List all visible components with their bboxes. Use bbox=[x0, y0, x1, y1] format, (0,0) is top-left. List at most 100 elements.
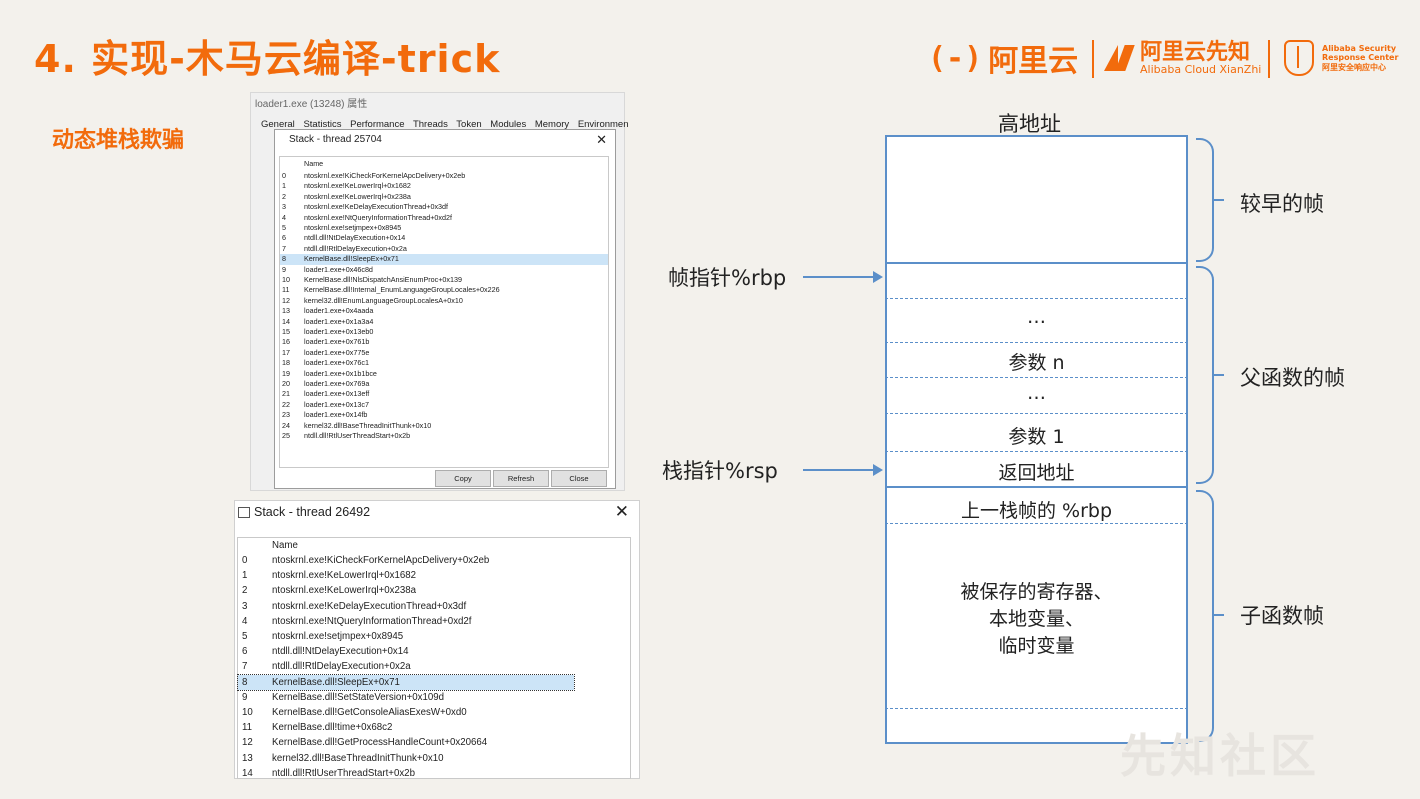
cell-divider bbox=[885, 377, 1188, 378]
stack-frame-row[interactable]: 4 ntoskrnl.exe!NtQueryInformationThread+0… bbox=[238, 614, 630, 629]
frame-index: 7 bbox=[242, 661, 248, 673]
logo-divider bbox=[1092, 40, 1094, 78]
frame-index: 8 bbox=[282, 254, 286, 264]
frame-symbol: ntdll.dll!RtlDelayExecution+0x2a bbox=[304, 243, 407, 253]
stack-frame-row[interactable]: 8 KernelBase.dll!SleepEx+0x71 bbox=[237, 673, 575, 691]
stack-frame-row[interactable]: 14 ntdll.dll!RtlUserThreadStart+0x2b bbox=[238, 766, 630, 781]
frame-symbol: loader1.exe+0x1a3a4 bbox=[304, 316, 374, 326]
stack-frame-row[interactable]: 10 KernelBase.dll!NlsDispatchAnsiEnumProc… bbox=[280, 275, 608, 286]
frame-index: 24 bbox=[282, 420, 290, 430]
stack-frame-row[interactable]: 13 loader1.exe+0x4aada bbox=[280, 306, 608, 317]
stack-frame-row[interactable]: 0 ntoskrnl.exe!KiCheckForKernelApcDeliver… bbox=[280, 171, 608, 182]
stack-frame-row[interactable]: 24 kernel32.dll!BaseThreadInitThunk+0x10 bbox=[280, 421, 608, 432]
copy-button[interactable]: Copy bbox=[435, 470, 491, 487]
frame-symbol: kernel32.dll!EnumLanguageGroupLocalesA+0… bbox=[304, 295, 463, 305]
stack-frame-row[interactable]: 25 ntdll.dll!RtlUserThreadStart+0x2b bbox=[280, 431, 608, 442]
window-title: loader1.exe (13248) 属性 bbox=[255, 99, 368, 110]
stack-frame-row[interactable]: 21 loader1.exe+0x13eff bbox=[280, 389, 608, 400]
stack-frame-row[interactable]: 3 ntoskrnl.exe!KeDelayExecutionThread+0x3… bbox=[238, 599, 630, 614]
close-button[interactable]: Close bbox=[551, 470, 607, 487]
stack-frame-row[interactable]: 22 loader1.exe+0x13c7 bbox=[280, 400, 608, 411]
stack-dialog-1: Stack - thread 25704 ✕ Name 0 ntoskrnl.ex… bbox=[274, 129, 616, 489]
stack-frame-row[interactable]: 6 ntdll.dll!NtDelayExecution+0x14 bbox=[280, 233, 608, 244]
stack-frame-row[interactable]: 12 kernel32.dll!EnumLanguageGroupLocalesA… bbox=[280, 296, 608, 307]
stack-frame-row[interactable]: 7 ntdll.dll!RtlDelayExecution+0x2a bbox=[238, 659, 630, 674]
frame-index: 4 bbox=[242, 615, 248, 627]
stack-frame-row[interactable]: 2 ntoskrnl.exe!KeLowerIrql+0x238a bbox=[280, 192, 608, 203]
stack-frame-row[interactable]: 7 ntdll.dll!RtlDelayExecution+0x2a bbox=[280, 244, 608, 255]
stack-list[interactable]: Name 0 ntoskrnl.exe!KiCheckForKernelApcDe… bbox=[279, 156, 609, 468]
stack-frame-row[interactable]: 8 KernelBase.dll!SleepEx+0x71 bbox=[280, 254, 608, 265]
cell-ellipsis-2: … bbox=[1027, 382, 1046, 404]
stack-frame-row[interactable]: 3 ntoskrnl.exe!KeDelayExecutionThread+0x3… bbox=[280, 202, 608, 213]
stack-frame-row[interactable]: 20 loader1.exe+0x769a bbox=[280, 379, 608, 390]
stack-pointer-arrow-icon bbox=[803, 464, 883, 476]
stack-frame-row[interactable]: 17 loader1.exe+0x775e bbox=[280, 348, 608, 359]
cell-divider bbox=[885, 451, 1188, 452]
dialog-title: Stack - thread 26492 bbox=[254, 505, 371, 519]
stack-frame-row[interactable]: 1 ntoskrnl.exe!KeLowerIrql+0x1682 bbox=[238, 568, 630, 583]
frame-boundary-line bbox=[885, 486, 1188, 488]
logo-divider bbox=[1268, 40, 1270, 78]
frame-index: 4 bbox=[282, 212, 286, 222]
frame-symbol: KernelBase.dll!GetConsoleAliasExesW+0xd0 bbox=[272, 707, 467, 718]
frame-index: 14 bbox=[282, 316, 290, 326]
frame-index: 1 bbox=[282, 181, 286, 191]
column-header[interactable]: Name bbox=[238, 538, 630, 553]
frame-symbol: loader1.exe+0x76c1 bbox=[304, 358, 369, 368]
stack-frame-row[interactable]: 4 ntoskrnl.exe!NtQueryInformationThread+0… bbox=[280, 213, 608, 224]
cell-param-n: 参数 n bbox=[1008, 352, 1065, 374]
refresh-button[interactable]: Refresh bbox=[493, 470, 549, 487]
frame-index: 21 bbox=[282, 389, 290, 399]
stack-frame-row[interactable]: 14 loader1.exe+0x1a3a4 bbox=[280, 317, 608, 328]
frame-pointer-arrow-icon bbox=[803, 271, 883, 283]
stack-frame-row[interactable]: 9 loader1.exe+0x46c8d bbox=[280, 265, 608, 276]
stack-frame-row[interactable]: 11 KernelBase.dll!Internal_EnumLanguageGr… bbox=[280, 285, 608, 296]
cell-return-address: 返回地址 bbox=[998, 462, 1075, 484]
cell-local-vars: 本地变量、 bbox=[988, 608, 1084, 630]
frame-symbol: ntdll.dll!RtlDelayExecution+0x2a bbox=[272, 661, 411, 673]
frame-index: 2 bbox=[282, 191, 286, 201]
stack-frame-row[interactable]: 23 loader1.exe+0x14fb bbox=[280, 410, 608, 421]
frame-index: 0 bbox=[242, 555, 248, 566]
frame-index: 12 bbox=[282, 295, 290, 305]
cell-prev-rbp: 上一栈帧的 %rbp bbox=[960, 500, 1113, 522]
frame-symbol: KernelBase.dll!time+0x68c2 bbox=[272, 722, 393, 734]
stack-frame-row[interactable]: 0 ntoskrnl.exe!KiCheckForKernelApcDeliver… bbox=[238, 553, 630, 568]
watermark: 先知社区 bbox=[1120, 729, 1320, 783]
close-icon[interactable]: ✕ bbox=[615, 502, 629, 522]
stack-frame-row[interactable]: 12 KernelBase.dll!GetProcessHandleCount+0… bbox=[238, 735, 630, 750]
asrc-logo: Alibaba Security Response Center 阿里安全响应中… bbox=[1284, 36, 1398, 80]
slide-title: 4. 实现-木马云编译-trick bbox=[34, 37, 501, 81]
frame-symbol: loader1.exe+0x761b bbox=[304, 337, 370, 347]
close-icon[interactable]: ✕ bbox=[596, 132, 607, 148]
asrc-line-3: 阿里安全响应中心 bbox=[1322, 62, 1386, 72]
stack-frame-row[interactable]: 10 KernelBase.dll!GetConsoleAliasExesW+0x… bbox=[238, 705, 630, 720]
stack-frame-row[interactable]: 15 loader1.exe+0x13eb0 bbox=[280, 327, 608, 338]
stack-frame-row[interactable]: 1 ntoskrnl.exe!KeLowerIrql+0x1682 bbox=[280, 181, 608, 192]
brace-tip-icon bbox=[1212, 199, 1224, 201]
column-header[interactable]: Name bbox=[280, 159, 608, 170]
stack-frame-row[interactable]: 9 KernelBase.dll!SetStateVersion+0x109d bbox=[238, 690, 630, 705]
frame-symbol: ntoskrnl.exe!NtQueryInformationThread+0x… bbox=[272, 615, 472, 627]
frame-index: 13 bbox=[242, 752, 253, 764]
frame-index: 6 bbox=[242, 646, 248, 658]
frame-symbol: ntdll.dll!RtlUserThreadStart+0x2b bbox=[272, 767, 415, 779]
stack-frame-row[interactable]: 2 ntoskrnl.exe!KeLowerIrql+0x238a bbox=[238, 583, 630, 598]
frame-symbol: ntoskrnl.exe!KeLowerIrql+0x238a bbox=[304, 191, 411, 201]
frame-symbol: ntdll.dll!NtDelayExecution+0x14 bbox=[304, 233, 406, 243]
stack-frame-row[interactable]: 5 ntoskrnl.exe!setjmpex+0x8945 bbox=[280, 223, 608, 234]
cell-temp-vars: 临时变量 bbox=[998, 635, 1075, 657]
stack-frame-row[interactable]: 6 ntdll.dll!NtDelayExecution+0x14 bbox=[238, 644, 630, 659]
stack-frame-row[interactable]: 16 loader1.exe+0x761b bbox=[280, 337, 608, 348]
frame-index: 3 bbox=[242, 600, 248, 612]
stack-frame-row[interactable]: 13 kernel32.dll!BaseThreadInitThunk+0x10 bbox=[238, 751, 630, 766]
stack-frame-row[interactable]: 19 loader1.exe+0x1b1bce bbox=[280, 369, 608, 380]
window-icon bbox=[238, 507, 250, 518]
slide-subtitle: 动态堆栈欺骗 bbox=[52, 128, 185, 153]
stack-frame-row[interactable]: 5 ntoskrnl.exe!setjmpex+0x8945 bbox=[238, 629, 630, 644]
stack-frame-row[interactable]: 11 KernelBase.dll!time+0x68c2 bbox=[238, 720, 630, 735]
stack-list[interactable]: Name 0 ntoskrnl.exe!KiCheckForKernelApcDe… bbox=[237, 537, 631, 779]
stack-frame-row[interactable]: 18 loader1.exe+0x76c1 bbox=[280, 358, 608, 369]
frame-index: 14 bbox=[242, 767, 253, 779]
